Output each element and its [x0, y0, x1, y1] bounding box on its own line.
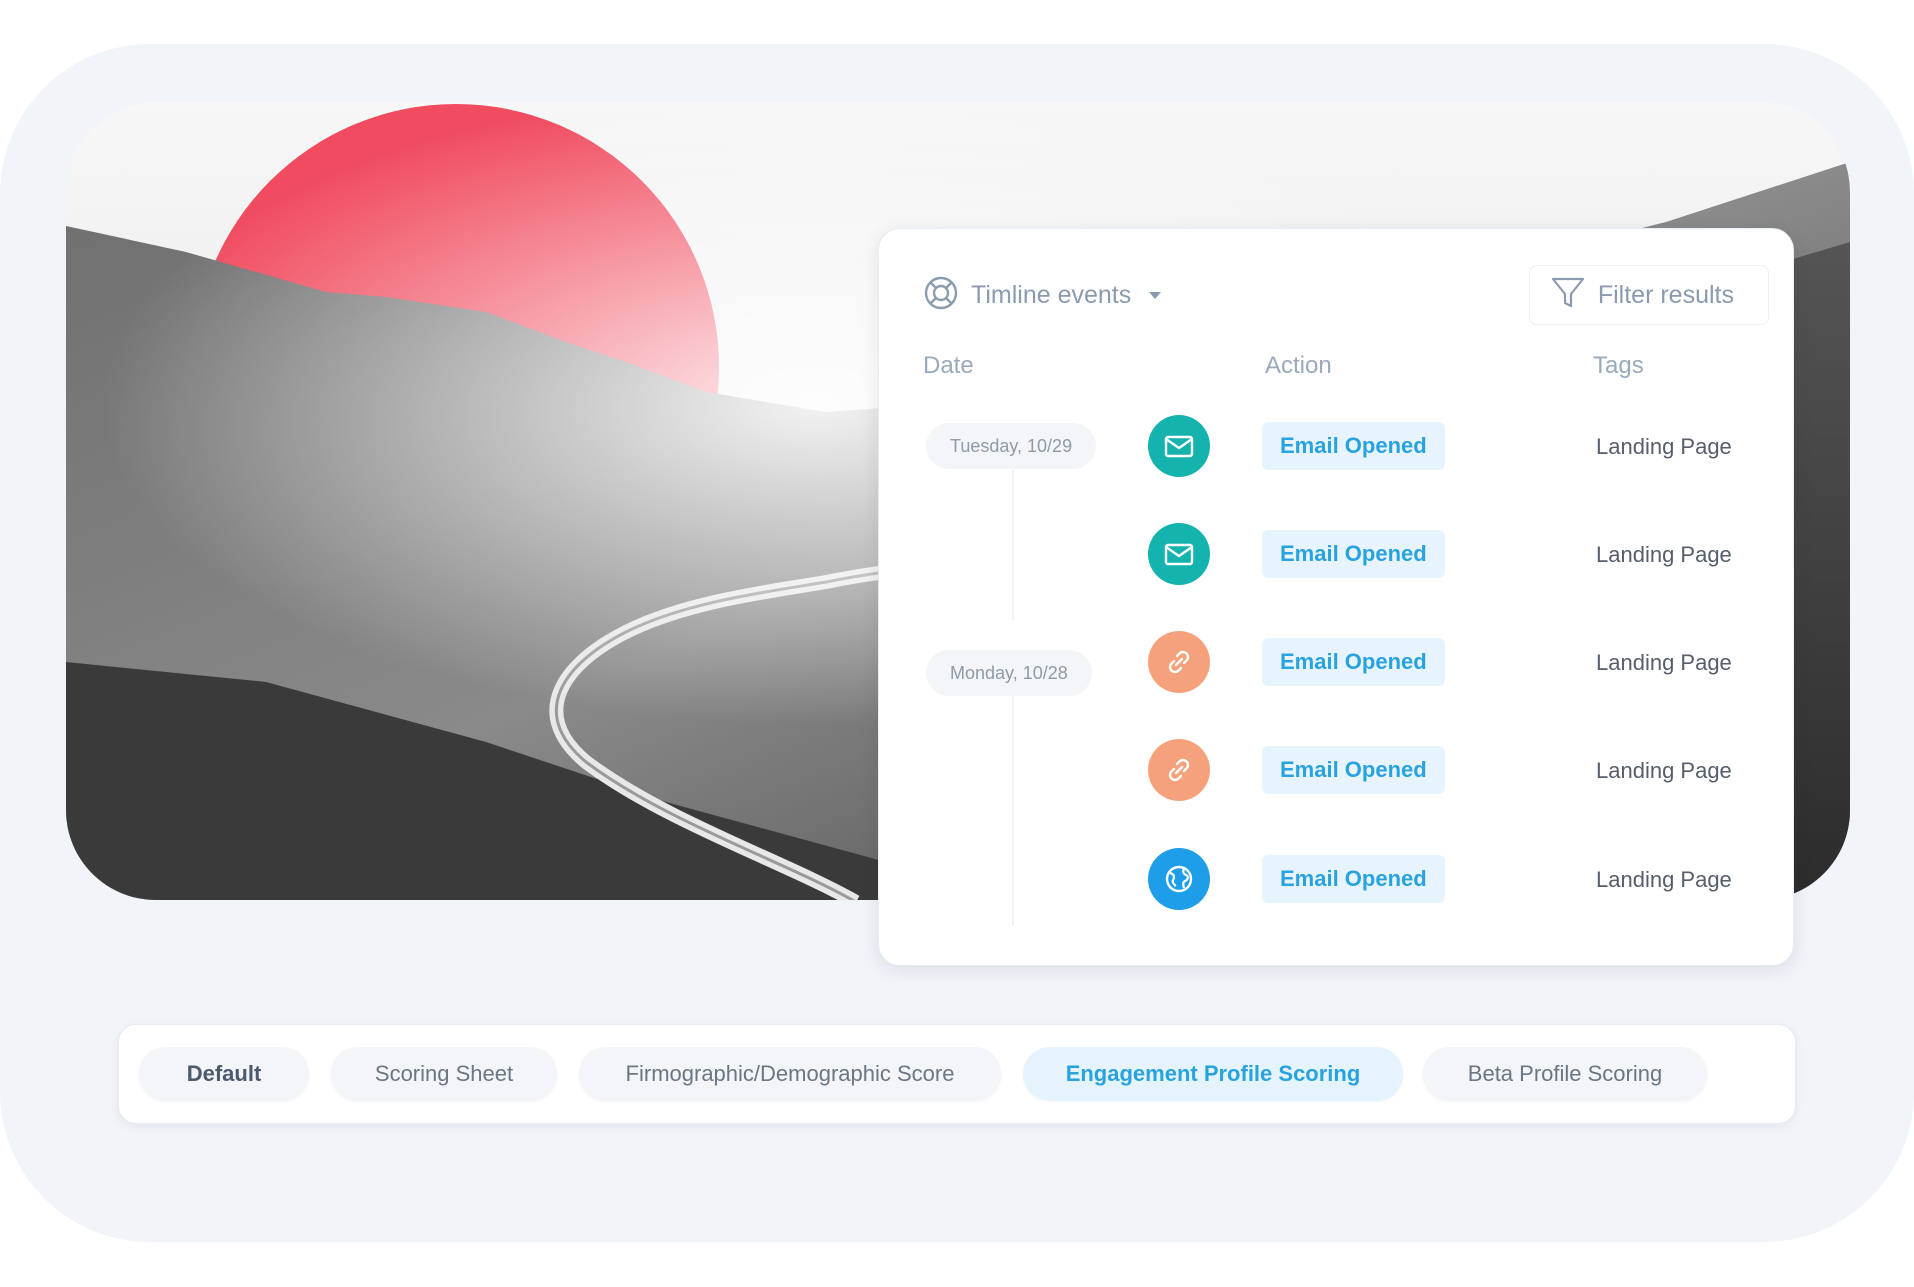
tag-text: Landing Page [1596, 542, 1732, 567]
event-icon-email [1148, 415, 1210, 477]
envelope-icon [1164, 543, 1194, 566]
timeline-connector [1012, 470, 1014, 620]
scoring-tabs-bar: Default Scoring Sheet Firmographic/Demog… [118, 1024, 1796, 1124]
column-header-action: Action [1265, 352, 1332, 379]
column-header-tags: Tags [1593, 352, 1644, 379]
tab-default[interactable]: Default [139, 1047, 309, 1101]
date-pill: Tuesday, 10/29 [926, 423, 1097, 469]
globe-icon [1165, 865, 1193, 893]
action-pill[interactable]: Email Opened [1262, 530, 1445, 578]
tab-beta-profile-scoring[interactable]: Beta Profile Scoring [1423, 1047, 1707, 1101]
event-icon-link [1148, 739, 1210, 801]
event-icon-email [1148, 523, 1210, 585]
timeline-connector [1012, 694, 1014, 926]
link-icon [1168, 758, 1190, 782]
filter-results-button[interactable]: Filter results [1528, 265, 1769, 325]
tag-text: Landing Page [1596, 434, 1732, 459]
tab-firmographic-demographic-score[interactable]: Firmographic/Demographic Score [579, 1047, 1001, 1101]
tab-engagement-profile-scoring[interactable]: Engagement Profile Scoring [1023, 1047, 1403, 1101]
column-header-date: Date [923, 352, 974, 379]
event-icon-link [1148, 631, 1210, 693]
action-pill[interactable]: Email Opened [1262, 638, 1445, 686]
timeline-events-label: Timline events [971, 280, 1132, 309]
date-pill: Monday, 10/28 [926, 650, 1092, 696]
tag-text: Landing Page [1596, 758, 1732, 783]
action-pill[interactable]: Email Opened [1262, 746, 1445, 794]
tag-text: Landing Page [1596, 650, 1732, 675]
tab-scoring-sheet[interactable]: Scoring Sheet [331, 1047, 557, 1101]
filter-results-label: Filter results [1597, 280, 1734, 309]
action-pill[interactable]: Email Opened [1262, 422, 1445, 470]
panel-header: Timline events Filter results [923, 265, 1769, 325]
envelope-icon [1164, 435, 1194, 458]
event-icon-web [1148, 848, 1210, 910]
link-icon [1168, 650, 1190, 674]
tag-text: Landing Page [1596, 867, 1732, 892]
caret-down-icon [1149, 291, 1162, 299]
action-pill[interactable]: Email Opened [1262, 855, 1445, 903]
timeline-events-dropdown[interactable]: Timline events [923, 275, 1162, 316]
funnel-icon [1550, 275, 1586, 316]
lifebuoy-icon [923, 275, 959, 316]
